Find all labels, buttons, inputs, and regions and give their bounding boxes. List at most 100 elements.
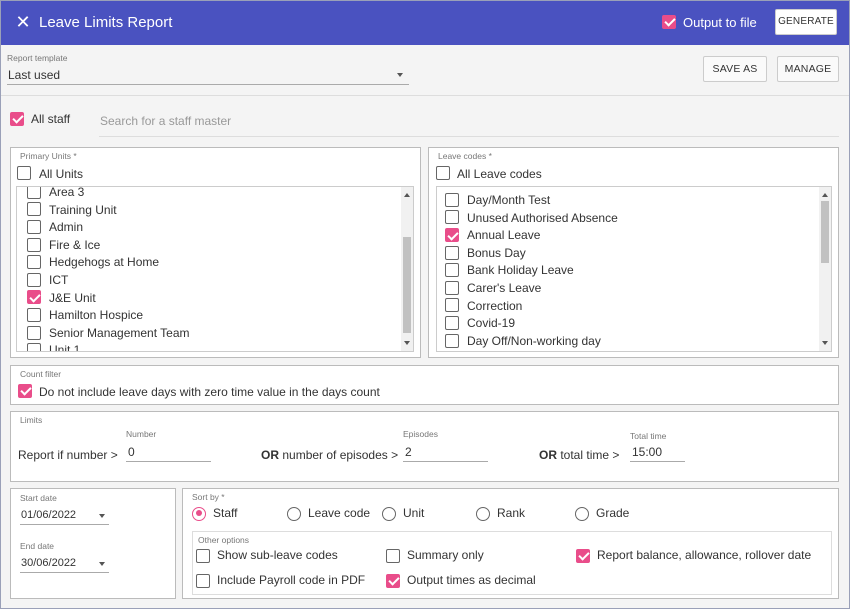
- leave-code-checkbox[interactable]: [445, 192, 459, 207]
- leave-code-checkbox[interactable]: [445, 245, 459, 260]
- unit-checkbox[interactable]: [27, 272, 41, 287]
- radio-button[interactable]: [287, 506, 301, 521]
- leave-code-checkbox[interactable]: [445, 263, 459, 278]
- option-include-payroll-code-in-pdf[interactable]: Include Payroll code in PDF: [196, 573, 365, 588]
- option-output-times-as-decimal[interactable]: Output times as decimal: [386, 573, 536, 588]
- sort-option-label: Leave code: [308, 506, 371, 520]
- list-item[interactable]: Training Unit: [27, 201, 117, 219]
- number-input[interactable]: 0: [126, 442, 211, 462]
- chevron-down-icon: [99, 562, 105, 566]
- leave-code-label: Day/Month Test: [467, 193, 551, 207]
- scrollbar-thumb[interactable]: [821, 201, 829, 263]
- leave-code-checkbox[interactable]: [445, 228, 459, 243]
- radio-button[interactable]: [575, 506, 589, 521]
- all-leave-codes-checkbox[interactable]: [436, 165, 450, 180]
- unit-checkbox[interactable]: [27, 187, 41, 199]
- total-time-field-label: Total time: [630, 431, 667, 441]
- list-item[interactable]: Bank Holiday Leave: [445, 261, 574, 279]
- unit-checkbox[interactable]: [27, 255, 41, 270]
- list-item[interactable]: Annual Leave: [445, 226, 540, 244]
- unit-checkbox[interactable]: [27, 343, 41, 351]
- list-item[interactable]: Day/Month Test: [445, 191, 550, 209]
- unit-label: Area 3: [49, 186, 85, 199]
- list-item[interactable]: Area 3: [27, 186, 85, 201]
- option-checkbox[interactable]: [386, 573, 400, 588]
- list-item[interactable]: Day Off/Non-working day: [445, 332, 601, 350]
- unit-checkbox[interactable]: [27, 202, 41, 217]
- list-item[interactable]: ICT: [27, 271, 68, 289]
- leave-code-checkbox[interactable]: [445, 333, 459, 348]
- leave-codes-list[interactable]: Day/Month Test Unused Authorised Absence A…: [436, 186, 832, 352]
- generate-button[interactable]: GENERATE: [775, 9, 837, 35]
- end-date-label: End date: [20, 541, 55, 551]
- option-checkbox[interactable]: [576, 548, 590, 563]
- list-item[interactable]: Admin: [27, 218, 83, 236]
- scrollbar[interactable]: [819, 187, 831, 351]
- unit-label: Senior Management Team: [49, 325, 190, 340]
- unit-label: Admin: [49, 220, 84, 235]
- sort-option-unit[interactable]: Unit: [382, 506, 424, 521]
- scroll-up-icon[interactable]: [404, 193, 410, 197]
- option-checkbox[interactable]: [196, 548, 210, 563]
- unit-checkbox[interactable]: [27, 220, 41, 235]
- list-item[interactable]: Hamilton Hospice: [27, 306, 143, 324]
- all-leave-codes-label: All Leave codes: [457, 167, 542, 181]
- close-icon[interactable]: ✕: [13, 12, 33, 32]
- save-as-button[interactable]: SAVE AS: [703, 56, 767, 82]
- report-template-select[interactable]: Last used: [7, 65, 409, 85]
- list-item[interactable]: Senior Management Team: [27, 324, 190, 342]
- option-report-balance-allowance-rollover-date[interactable]: Report balance, allowance, rollover date: [576, 548, 811, 563]
- all-units-checkbox[interactable]: [17, 165, 31, 180]
- list-item[interactable]: Covid-19: [445, 314, 515, 332]
- option-summary-only[interactable]: Summary only: [386, 548, 484, 563]
- leave-code-checkbox[interactable]: [445, 316, 459, 331]
- leave-code-checkbox[interactable]: [445, 210, 459, 225]
- scroll-down-icon[interactable]: [404, 341, 410, 345]
- all-staff-checkbox[interactable]: [10, 111, 24, 126]
- option-checkbox[interactable]: [386, 548, 400, 563]
- list-item[interactable]: Bonus Day: [445, 244, 526, 262]
- list-item[interactable]: J&E Unit: [27, 289, 96, 307]
- leave-codes-panel: Leave codes * All Leave codes Day/Month …: [428, 147, 839, 358]
- list-item[interactable]: Fire & Ice: [27, 236, 100, 254]
- total-time-input[interactable]: 15:00: [630, 442, 685, 462]
- episodes-input[interactable]: 2: [403, 442, 488, 462]
- leave-code-label: Bank Holiday Leave: [467, 263, 574, 278]
- sort-option-grade[interactable]: Grade: [575, 506, 629, 521]
- end-date-value: 30/06/2022: [21, 557, 77, 569]
- unit-checkbox[interactable]: [27, 325, 41, 340]
- manage-button[interactable]: MANAGE: [777, 56, 839, 82]
- scrollbar[interactable]: [401, 187, 413, 351]
- sort-option-label: Unit: [403, 506, 425, 520]
- sort-option-leave-code[interactable]: Leave code: [287, 506, 370, 521]
- unit-checkbox[interactable]: [27, 237, 41, 252]
- leave-code-label: Day Off/Non-working day: [467, 333, 601, 348]
- list-item[interactable]: Correction: [445, 297, 522, 315]
- scrollbar-thumb[interactable]: [403, 237, 411, 333]
- unit-checkbox[interactable]: [27, 308, 41, 323]
- scroll-up-icon[interactable]: [822, 193, 828, 197]
- list-item[interactable]: Unused Authorised Absence: [445, 209, 618, 227]
- leave-code-checkbox[interactable]: [445, 298, 459, 313]
- radio-button[interactable]: [476, 506, 490, 521]
- zero-time-checkbox[interactable]: [18, 383, 32, 398]
- list-item[interactable]: Carer's Leave: [445, 279, 541, 297]
- sort-option-staff[interactable]: Staff: [192, 506, 237, 521]
- scroll-down-icon[interactable]: [822, 341, 828, 345]
- start-date-select[interactable]: 01/06/2022: [20, 505, 109, 525]
- sort-option-rank[interactable]: Rank: [476, 506, 525, 521]
- staff-search-input[interactable]: Search for a staff master: [99, 109, 839, 137]
- option-checkbox[interactable]: [196, 573, 210, 588]
- list-item[interactable]: Unit 1: [27, 341, 81, 352]
- leave-code-checkbox[interactable]: [445, 280, 459, 295]
- list-item[interactable]: Hedgehogs at Home: [27, 253, 159, 271]
- unit-label: Unit 1: [49, 343, 81, 352]
- output-to-file-checkbox[interactable]: [662, 14, 676, 29]
- leave-limits-report-dialog: ✕ Leave Limits Report Output to file GEN…: [0, 0, 850, 609]
- primary-units-list[interactable]: Area 3 Training Unit Admin Fire & Ice Hedgeh…: [16, 186, 414, 352]
- unit-checkbox[interactable]: [27, 290, 41, 305]
- radio-button[interactable]: [192, 506, 206, 521]
- end-date-select[interactable]: 30/06/2022: [20, 553, 109, 573]
- radio-button[interactable]: [382, 506, 396, 521]
- option-show-sub-leave-codes[interactable]: Show sub-leave codes: [196, 548, 338, 563]
